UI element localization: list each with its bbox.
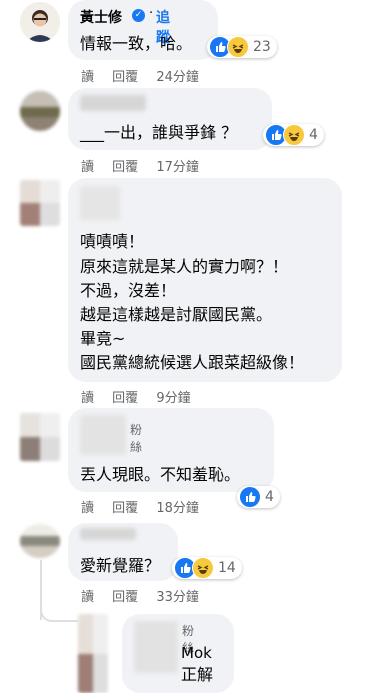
- comment-line-5: 畢竟~: [80, 329, 126, 348]
- comment-line-6: 國民黨總統候選人跟菜超級像！: [80, 353, 305, 372]
- comment-actions: 讀 回覆 33分鐘: [81, 586, 213, 605]
- reply-link[interactable]: 回覆: [112, 160, 138, 175]
- avatar[interactable]: [78, 614, 108, 693]
- reactions-summary[interactable]: 4: [263, 124, 324, 146]
- comment-text: 愛新覺羅？: [80, 556, 161, 575]
- author-name[interactable]: Mok: [181, 644, 212, 662]
- blurred-author-name: [80, 415, 126, 455]
- read-link[interactable]: 讀: [81, 70, 94, 85]
- verified-badge-icon: ✓: [132, 9, 145, 22]
- reply-thread-connector: [40, 598, 78, 622]
- avatar[interactable]: [20, 413, 60, 461]
- comment-line-1: 嘖嘖嘖！: [80, 232, 145, 251]
- read-link[interactable]: 讀: [81, 160, 94, 175]
- comment-text: ___一出，誰與爭鋒 ？: [80, 123, 238, 142]
- reaction-count: 23: [253, 39, 271, 55]
- blurred-author-name: [80, 528, 136, 540]
- avatar[interactable]: [20, 2, 60, 42]
- read-link[interactable]: 讀: [81, 391, 94, 406]
- timestamp[interactable]: 9分鐘: [156, 391, 190, 406]
- read-link[interactable]: 讀: [81, 501, 94, 516]
- like-reaction-icon: [239, 486, 261, 508]
- blurred-author-name: [80, 95, 146, 111]
- comment-line-4: 越是這樣越是討厭國民黨。: [80, 305, 273, 324]
- timestamp[interactable]: 18分鐘: [156, 501, 199, 516]
- comment-actions: 讀 回覆 17分鐘: [81, 156, 213, 175]
- comment-line-3: 不過，沒差！: [80, 281, 177, 300]
- reply-link[interactable]: 回覆: [112, 590, 138, 605]
- haha-reaction-icon: [283, 124, 305, 146]
- reply-link[interactable]: 回覆: [112, 501, 138, 516]
- avatar[interactable]: [20, 91, 60, 131]
- blurred-author-name: [80, 186, 120, 220]
- author-name[interactable]: 黃士修: [80, 7, 122, 27]
- timestamp[interactable]: 33分鐘: [156, 590, 199, 605]
- timestamp[interactable]: 17分鐘: [156, 160, 199, 175]
- reaction-count: 4: [309, 127, 318, 143]
- read-link[interactable]: 讀: [81, 590, 94, 605]
- comment-text: 正解: [181, 665, 214, 684]
- comment-actions: 讀 回覆 9分鐘: [81, 387, 205, 406]
- comment-line-2: 原來這就是某人的實力啊？！: [80, 257, 289, 276]
- haha-reaction-icon: [192, 557, 214, 579]
- reactions-summary[interactable]: 23: [207, 36, 277, 58]
- comment-text: 情報一致，哈。: [80, 34, 193, 53]
- comment-actions: 讀 回覆 24分鐘: [81, 66, 213, 85]
- reply-link[interactable]: 回覆: [112, 391, 138, 406]
- separator-dot: ·: [149, 6, 154, 21]
- reaction-count: 14: [218, 560, 236, 576]
- avatar[interactable]: [20, 180, 60, 226]
- fan-badge: 粉絲: [130, 423, 143, 454]
- reactions-summary[interactable]: 4: [237, 486, 280, 508]
- comment-actions: 讀 回覆 18分鐘: [81, 497, 213, 516]
- timestamp[interactable]: 24分鐘: [156, 70, 199, 85]
- reply-link[interactable]: 回覆: [112, 70, 138, 85]
- blurred-author-name: [134, 621, 178, 673]
- reaction-count: 4: [265, 489, 274, 505]
- avatar[interactable]: [20, 524, 60, 558]
- reactions-summary[interactable]: 14: [172, 557, 242, 579]
- haha-reaction-icon: [227, 36, 249, 58]
- comment-text: 丟人現眼。不知羞恥。: [80, 465, 241, 484]
